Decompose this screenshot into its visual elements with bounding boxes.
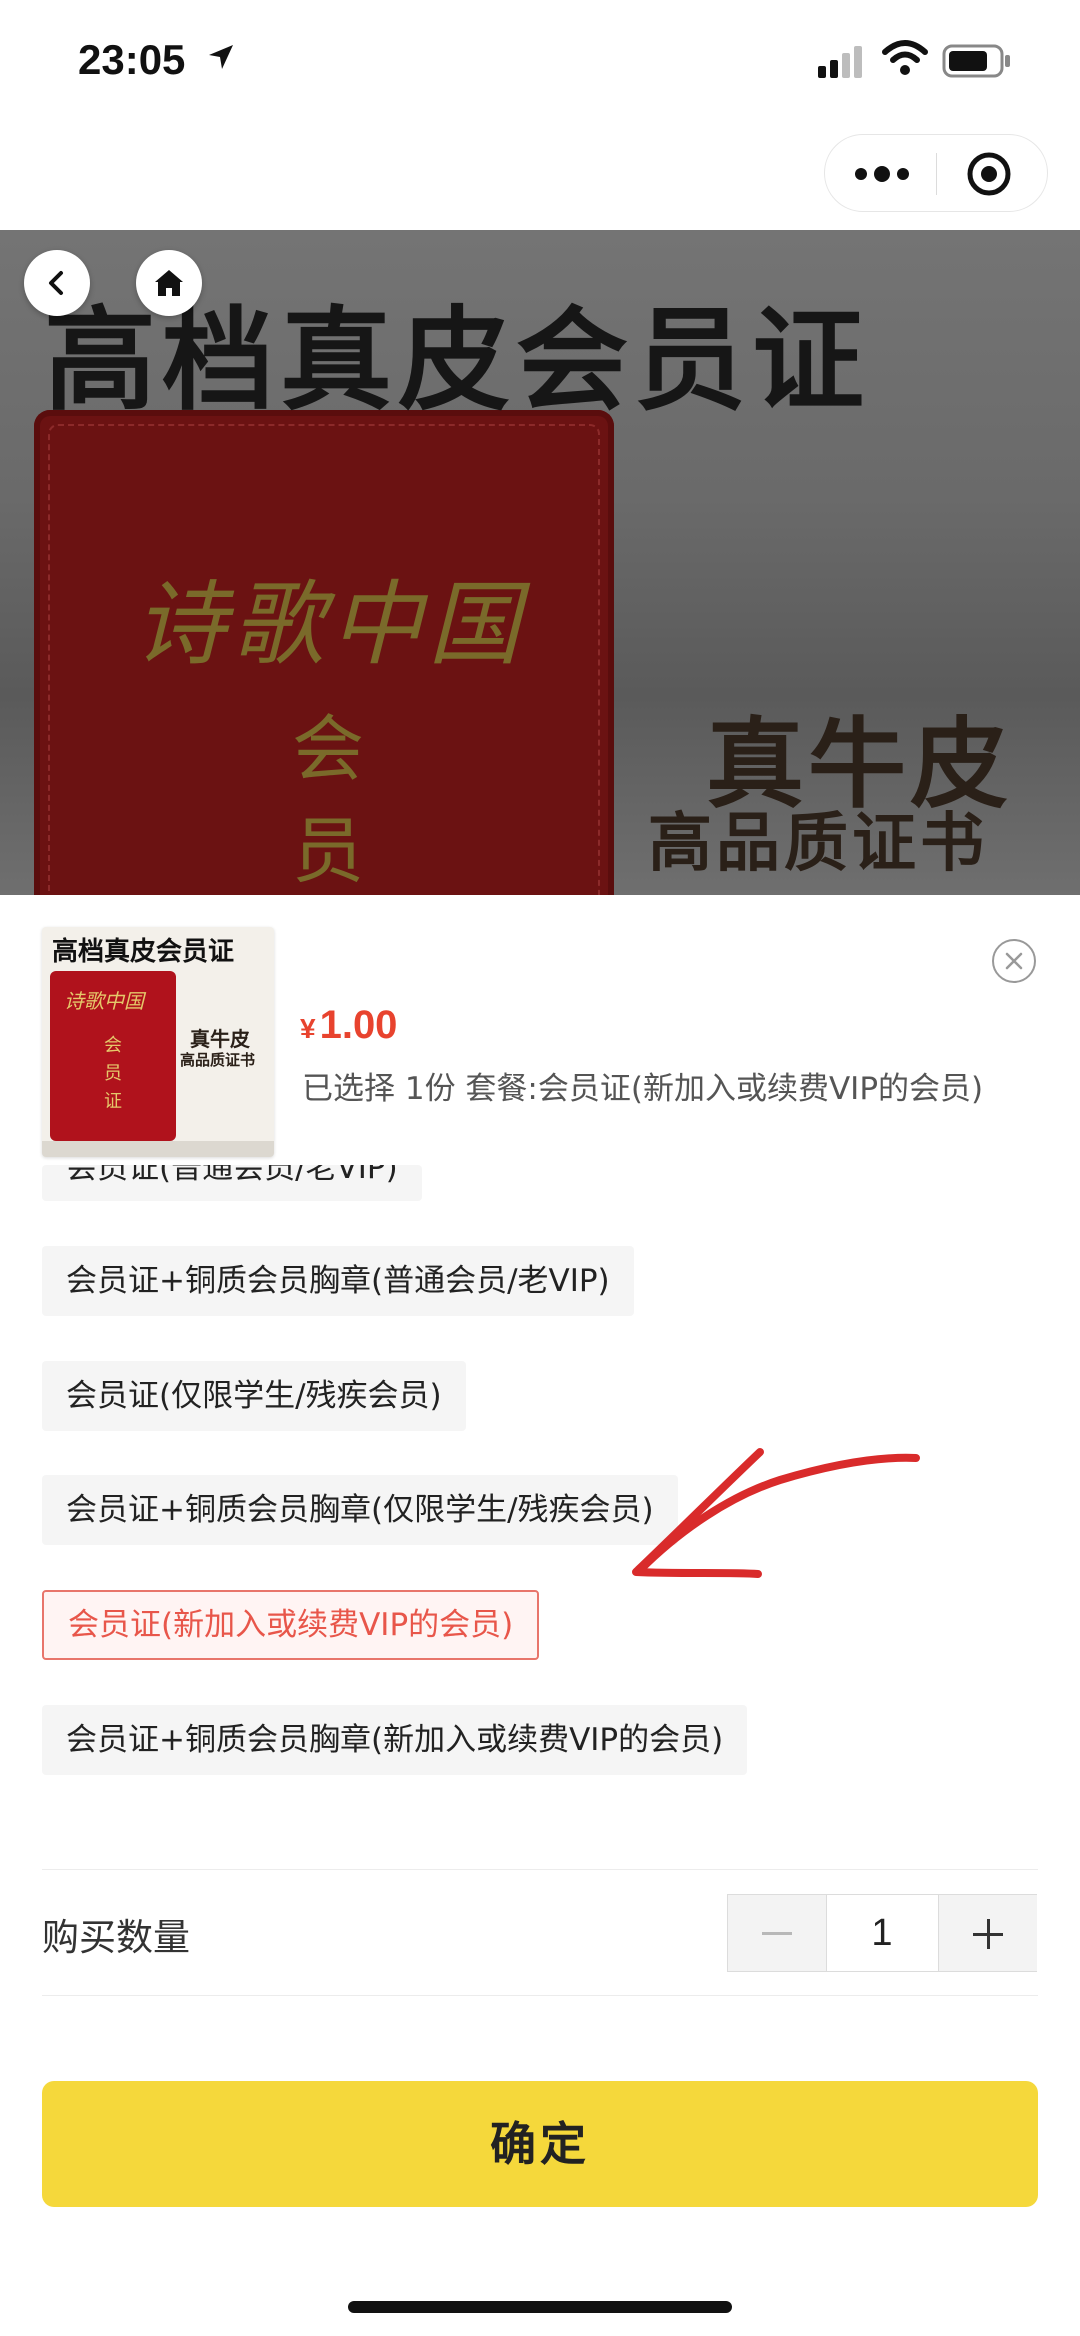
quantity-stepper: 1 — [727, 1894, 1037, 1972]
home-indicator — [348, 2301, 732, 2313]
option-item[interactable]: 会员证+铜质会员胸章(新加入或续费VIP的会员) — [42, 1705, 748, 1775]
close-icon — [1005, 952, 1023, 970]
book-char: 会 — [292, 707, 365, 791]
hero-subtitle-2: 高品质证书 — [648, 807, 988, 881]
quantity-value[interactable]: 1 — [827, 1895, 937, 1971]
home-icon — [155, 270, 183, 296]
thumbnail-table — [42, 1141, 274, 1157]
thumbnail-calligraphy: 诗歌中国 — [64, 989, 144, 1013]
plus-icon-vertical — [987, 1919, 990, 1949]
book-char: 员 — [292, 809, 365, 893]
back-button[interactable] — [24, 250, 90, 316]
option-item-selected[interactable]: 会员证(新加入或续费VIP的会员) — [42, 1590, 540, 1660]
thumbnail-char: 会 — [104, 1035, 122, 1056]
battery-icon — [942, 44, 1010, 78]
target-icon[interactable] — [967, 152, 1011, 196]
product-thumbnail: 高档真皮会员证 诗歌中国 会 员 证 真牛皮 高品质证书 — [42, 927, 274, 1157]
home-button[interactable] — [136, 250, 202, 316]
mini-program-nav — [0, 120, 1080, 230]
location-arrow-icon — [209, 45, 233, 69]
status-time: 23:05 — [78, 36, 186, 83]
option-item[interactable]: 会员证(仅限学生/残疾会员) — [42, 1361, 466, 1431]
capsule-menu — [824, 134, 1048, 212]
confirm-button[interactable]: 确定 — [42, 2081, 1038, 2207]
increase-button[interactable] — [938, 1895, 1037, 1971]
option-item[interactable]: 会员证+铜质会员胸章(仅限学生/残疾会员) — [42, 1475, 678, 1545]
thumbnail-sub-2: 高品质证书 — [180, 1051, 256, 1069]
hero-book: 诗歌中国 会 员 — [34, 410, 614, 895]
wifi-icon — [882, 40, 928, 75]
capsule-divider — [936, 153, 937, 195]
minus-icon — [762, 1932, 792, 1935]
product-hero-image: 诗歌中国 会 员 高档真皮会员证 真牛皮 高品质证书 — [0, 230, 1080, 895]
signal-icon — [818, 46, 862, 78]
price: ¥1.00 — [300, 1003, 397, 1048]
close-button[interactable] — [992, 939, 1036, 983]
annotation-arrow — [632, 1448, 920, 1578]
divider — [42, 1995, 1038, 1996]
price-value: 1.00 — [319, 1003, 398, 1047]
divider — [42, 1869, 1038, 1870]
status-bar: 23:05 — [0, 0, 1080, 120]
option-item[interactable]: 会员证(普通会员/老VIP) — [42, 1165, 422, 1201]
thumbnail-char: 员 — [104, 1063, 122, 1084]
back-icon — [49, 271, 63, 295]
selected-info: 已选择 1份 套餐:会员证(新加入或续费VIP的会员) — [302, 1071, 984, 1107]
option-item[interactable]: 会员证+铜质会员胸章(普通会员/老VIP) — [42, 1246, 634, 1316]
thumbnail-sub-1: 真牛皮 — [190, 1027, 250, 1051]
thumbnail-title: 高档真皮会员证 — [52, 937, 235, 967]
book-calligraphy: 诗歌中国 — [134, 571, 527, 678]
sku-selection-sheet: 高档真皮会员证 诗歌中国 会 员 证 真牛皮 高品质证书 ¥1.00 已选择 1… — [0, 895, 1080, 2336]
thumbnail-book: 诗歌中国 会 员 证 — [50, 971, 176, 1141]
quantity-label: 购买数量 — [42, 1916, 190, 1959]
decrease-button[interactable] — [728, 1895, 827, 1971]
price-currency: ¥ — [300, 1013, 316, 1044]
thumbnail-char: 证 — [104, 1091, 122, 1112]
more-icon[interactable] — [853, 160, 911, 188]
